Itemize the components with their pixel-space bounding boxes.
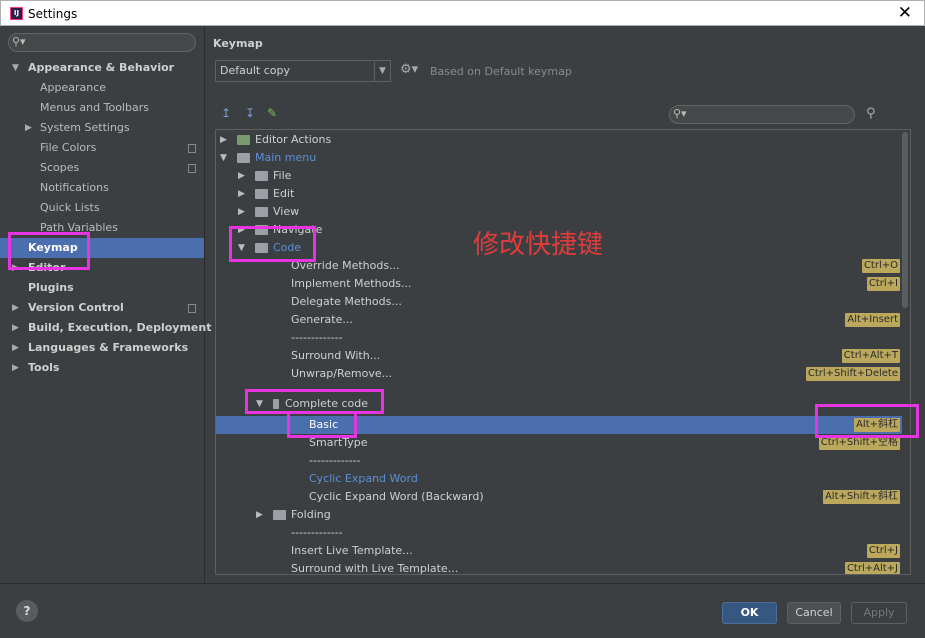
sidebar-item-scopes[interactable]: Scopes	[0, 158, 204, 178]
keymap-select[interactable]: Default copy ▼	[215, 60, 391, 82]
expand-all-icon[interactable]: ↥	[221, 106, 231, 120]
help-button[interactable]: ?	[16, 600, 38, 622]
sidebar-item-languages-frameworks[interactable]: ▶ Languages & Frameworks	[0, 338, 204, 358]
shortcut-badge: Ctrl+I	[866, 277, 900, 291]
shortcut-badge: Ctrl+Alt+J	[844, 562, 900, 574]
edit-pencil-icon[interactable]: ✎	[267, 106, 277, 120]
chevron-right-icon: ▶	[220, 135, 227, 145]
based-on-label: Based on Default keymap	[430, 65, 572, 78]
chevron-down-icon: ▼	[374, 61, 390, 81]
close-icon[interactable]: ✕	[898, 3, 912, 23]
annotation-text: 修改快捷键	[473, 230, 604, 260]
tree-row-folding[interactable]: ▶ Folding	[216, 506, 902, 524]
chevron-right-icon: ▶	[12, 343, 19, 353]
tree-row-separator: -------------	[309, 454, 361, 467]
chevron-right-icon: ▶	[12, 303, 19, 313]
tree-row-generate[interactable]: Generate... Alt+Insert	[216, 311, 902, 329]
search-icon: ⚲▾	[673, 107, 687, 120]
project-level-icon	[188, 144, 196, 153]
shortcut-badge: Ctrl+Alt+T	[841, 349, 900, 363]
sidebar-item-build-execution-deployment[interactable]: ▶ Build, Execution, Deployment	[0, 318, 211, 338]
shortcut-badge: Ctrl+Shift+空格	[818, 436, 900, 450]
tree-row-insert-live-template[interactable]: Insert Live Template... Ctrl+J	[216, 542, 902, 560]
shortcut-badge: Alt+Insert	[845, 313, 900, 327]
sidebar-item-system-settings[interactable]: ▶ System Settings	[0, 118, 204, 138]
page-title: Keymap	[213, 37, 263, 50]
highlight-box-code	[229, 226, 316, 262]
sidebar-item-menus-toolbars[interactable]: Menus and Toolbars	[0, 98, 204, 118]
gear-icon[interactable]: ⚙▾	[400, 62, 418, 77]
tree-row-delegate-methods[interactable]: Delegate Methods...	[216, 293, 902, 311]
sidebar-item-quick-lists[interactable]: Quick Lists	[0, 198, 204, 218]
keymap-panel: Keymap Default copy ▼ ⚙▾ Based on Defaul…	[205, 26, 925, 583]
cancel-button[interactable]: Cancel	[787, 602, 841, 624]
chevron-down-icon: ▼	[220, 153, 227, 163]
tree-row-surround-live-template[interactable]: Surround with Live Template... Ctrl+Alt+…	[216, 560, 902, 574]
chevron-right-icon: ▶	[25, 123, 32, 133]
sidebar-item-appearance-behavior[interactable]: ▼ Appearance & Behavior	[0, 58, 204, 78]
shortcut-badge: Ctrl+J	[866, 544, 900, 558]
sidebar-item-file-colors[interactable]: File Colors	[0, 138, 204, 158]
highlight-box-keymap	[8, 232, 90, 270]
folder-icon	[237, 153, 250, 163]
chevron-right-icon: ▶	[238, 189, 245, 199]
sidebar-item-tools[interactable]: ▶ Tools	[0, 358, 204, 378]
tree-row-implement-methods[interactable]: Implement Methods... Ctrl+I	[216, 275, 902, 293]
tree-row-main-menu[interactable]: ▼ Main menu	[216, 149, 902, 167]
keymap-tree: ▶ Editor Actions ▼ Main menu ▶ File ▶ Ed…	[215, 129, 911, 575]
search-icon: ⚲▾	[12, 35, 26, 48]
settings-sidebar: ⚲▾ ▼ Appearance & Behavior Appearance Me…	[0, 26, 211, 583]
tree-row-surround-with[interactable]: Surround With... Ctrl+Alt+T	[216, 347, 902, 365]
folder-icon	[255, 189, 268, 199]
folder-icon	[237, 135, 250, 145]
chevron-right-icon: ▶	[12, 363, 19, 373]
sidebar-item-plugins[interactable]: Plugins	[0, 278, 204, 298]
chevron-right-icon: ▶	[12, 323, 19, 333]
sidebar-item-version-control[interactable]: ▶ Version Control	[0, 298, 204, 318]
shortcut-badge: Alt+Shift+斜杠	[822, 490, 900, 504]
tree-row-separator: -------------	[291, 526, 343, 539]
ok-button[interactable]: OK	[722, 602, 777, 624]
highlight-box-basic	[287, 411, 357, 438]
tree-scrollbar[interactable]	[902, 132, 908, 308]
shortcut-badge: Ctrl+O	[861, 259, 900, 273]
window-titlebar: IJ Settings ✕	[0, 0, 925, 26]
sidebar-item-notifications[interactable]: Notifications	[0, 178, 204, 198]
tree-row-cyclic-expand-word-backward[interactable]: Cyclic Expand Word (Backward) Alt+Shift+…	[216, 488, 902, 506]
chevron-right-icon: ▶	[256, 510, 263, 520]
apply-button[interactable]: Apply	[851, 602, 907, 624]
sidebar-search-input[interactable]: ⚲▾	[8, 33, 196, 52]
folder-icon	[273, 510, 286, 520]
tree-row-separator: -------------	[291, 331, 343, 344]
dialog-footer: ? OK Cancel Apply	[0, 583, 925, 638]
chevron-right-icon: ▶	[238, 171, 245, 181]
chevron-right-icon: ▶	[238, 207, 245, 217]
window-title: Settings	[28, 7, 78, 21]
find-by-shortcut-icon[interactable]: ⚲	[866, 106, 876, 121]
tree-row-file[interactable]: ▶ File	[216, 167, 902, 185]
tree-row-edit[interactable]: ▶ Edit	[216, 185, 902, 203]
tree-row-unwrap-remove[interactable]: Unwrap/Remove... Ctrl+Shift+Delete	[216, 365, 902, 383]
collapse-all-icon[interactable]: ↧	[245, 106, 255, 120]
action-search-input[interactable]: ⚲▾	[669, 105, 855, 124]
tree-row-view[interactable]: ▶ View	[216, 203, 902, 221]
folder-icon	[255, 171, 268, 181]
sidebar-item-appearance[interactable]: Appearance	[0, 78, 204, 98]
tree-row-editor-actions[interactable]: ▶ Editor Actions	[216, 131, 902, 149]
highlight-box-shortcut	[815, 404, 919, 438]
app-icon: IJ	[10, 7, 23, 20]
shortcut-badge: Ctrl+Shift+Delete	[805, 367, 900, 381]
folder-icon	[255, 207, 268, 217]
project-level-icon	[188, 304, 196, 313]
project-level-icon	[188, 164, 196, 173]
tree-row-cyclic-expand-word[interactable]: Cyclic Expand Word	[216, 470, 902, 488]
chevron-down-icon: ▼	[12, 63, 19, 73]
